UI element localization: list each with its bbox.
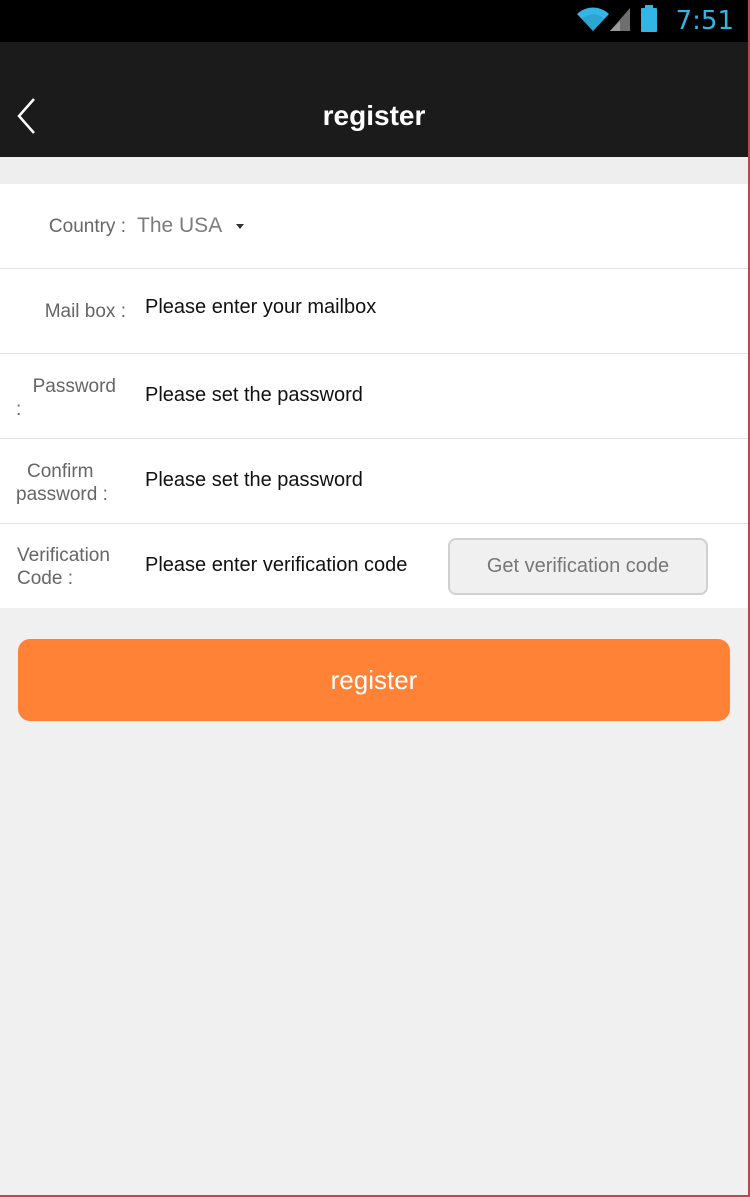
battery-icon (640, 4, 658, 38)
password-row: Password : (0, 354, 748, 439)
mailbox-input[interactable] (145, 296, 425, 319)
status-icons: 7:51 (576, 4, 734, 38)
password-label: Password : (16, 376, 116, 420)
verification-row: Verification Code : Get verification cod… (0, 524, 748, 608)
mailbox-label: Mail box : (44, 301, 126, 322)
mailbox-row: Mail box : (0, 269, 748, 354)
header-spacer (0, 157, 748, 184)
page-title: register (322, 100, 426, 131)
country-label: Country : (48, 216, 126, 237)
country-value: The USA (137, 214, 223, 237)
verification-label: Verification Code : (17, 545, 110, 589)
confirm-password-row: Confirm password : (0, 439, 748, 524)
clock: 7:51 (675, 6, 734, 36)
signal-icon (608, 6, 632, 37)
country-row: Country : The USA (0, 184, 748, 269)
confirm-password-input[interactable] (145, 469, 425, 492)
confirm-password-label: Confirm password : (16, 461, 108, 505)
country-select[interactable]: The USA (137, 214, 245, 238)
register-button[interactable]: register (18, 639, 730, 721)
title-bar: register (0, 42, 748, 157)
dropdown-caret-icon (236, 223, 245, 229)
get-verification-code-button[interactable]: Get verification code (448, 538, 708, 595)
verification-code-input[interactable] (145, 554, 440, 577)
status-bar: 7:51 (0, 0, 748, 42)
wifi-icon (576, 6, 610, 37)
register-form: Country : The USA Mail box : Password : … (0, 184, 748, 608)
password-input[interactable] (145, 384, 425, 407)
